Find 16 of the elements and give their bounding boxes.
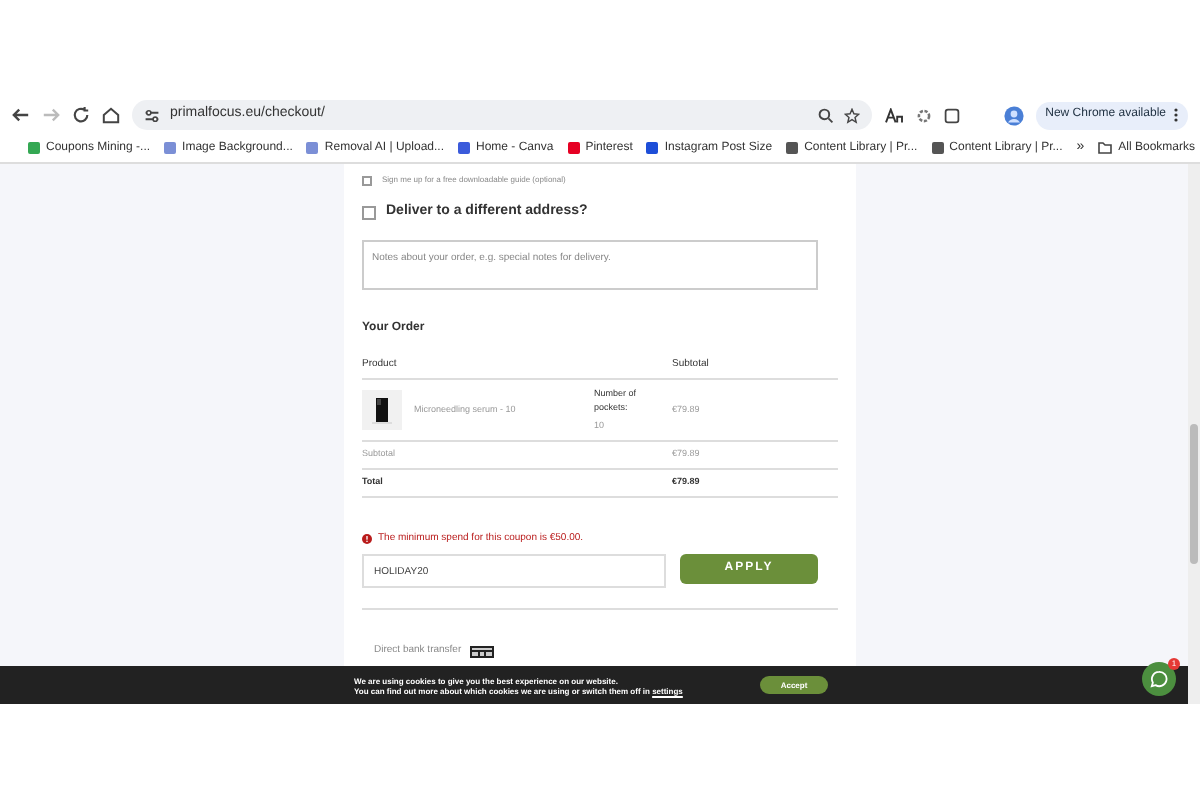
reload-icon[interactable] bbox=[72, 106, 90, 124]
home-icon[interactable] bbox=[102, 106, 120, 124]
star-icon[interactable] bbox=[843, 107, 860, 123]
profile-icon[interactable] bbox=[1003, 105, 1024, 125]
checkbox[interactable] bbox=[362, 205, 376, 220]
bank-icon bbox=[469, 646, 494, 658]
folder-icon bbox=[1098, 142, 1113, 154]
font-icon[interactable] bbox=[883, 107, 904, 123]
checkbox[interactable] bbox=[362, 175, 372, 185]
extension-icon[interactable] bbox=[943, 107, 960, 123]
search-icon[interactable] bbox=[817, 107, 834, 123]
back-icon[interactable] bbox=[12, 106, 30, 124]
site-info-icon[interactable] bbox=[144, 107, 160, 123]
error-icon bbox=[362, 534, 372, 544]
chat-icon bbox=[1150, 670, 1168, 688]
scrollbar[interactable] bbox=[1188, 164, 1200, 704]
